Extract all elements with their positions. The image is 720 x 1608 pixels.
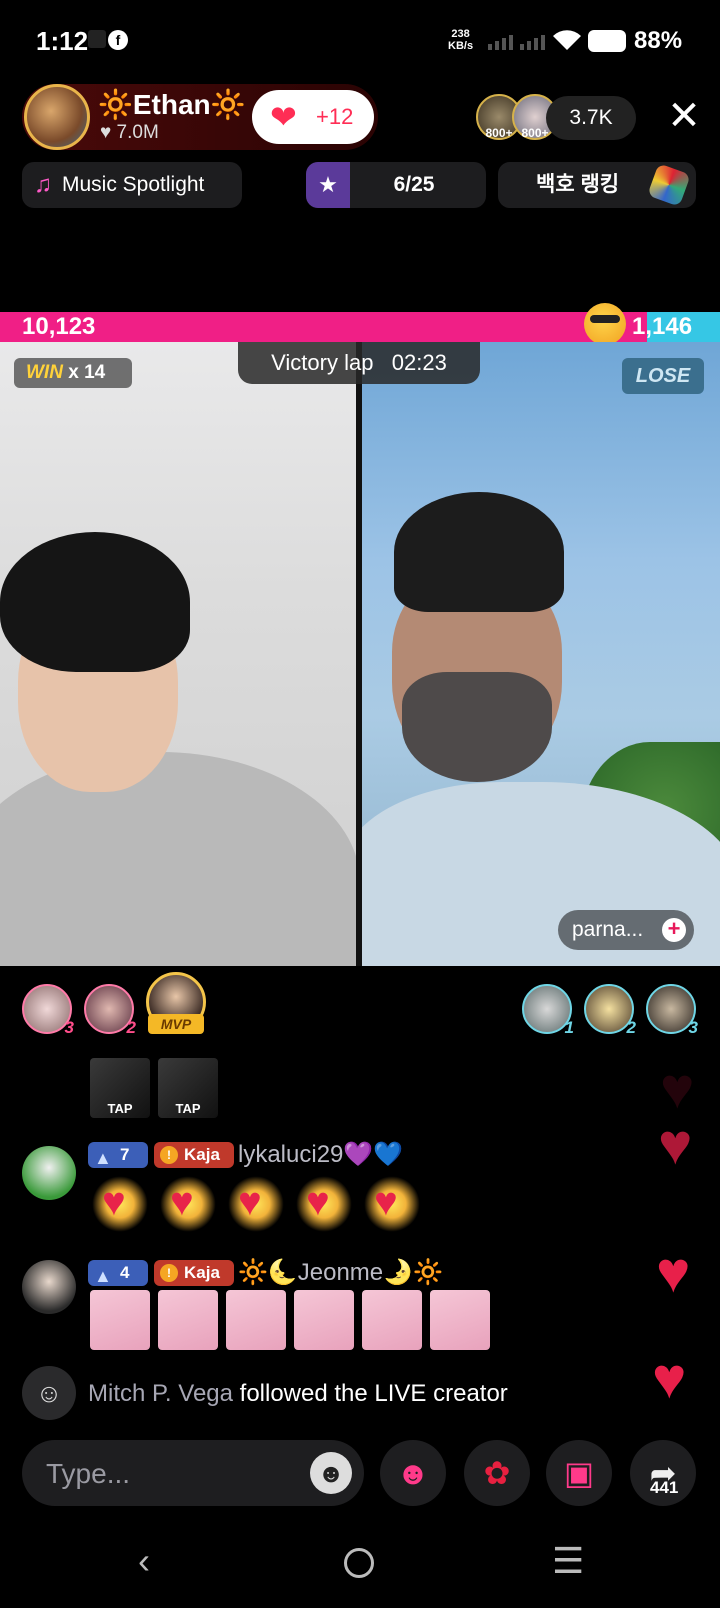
notification-icon xyxy=(88,30,106,48)
wifi-icon xyxy=(553,30,581,50)
follower-name[interactable]: Mitch P. Vega xyxy=(88,1380,233,1407)
trophy-icon: ★ xyxy=(306,162,350,208)
music-spotlight-chip[interactable]: ♫ Music Spotlight xyxy=(22,162,242,208)
host-video[interactable] xyxy=(0,342,356,966)
like-count: +12 xyxy=(316,104,354,129)
host-name: 🔆Ethan🔆 xyxy=(98,89,246,120)
like-button[interactable]: ❤ +12 xyxy=(252,90,374,144)
music-note-icon: ♫ xyxy=(34,171,52,198)
clock: 1:12 xyxy=(36,26,89,56)
host-avatar[interactable] xyxy=(24,84,90,150)
heart-gift-icon xyxy=(92,1176,148,1232)
viewer-count[interactable]: 3.7K xyxy=(546,96,636,140)
ranking-chip[interactable]: 백호 랭킹 xyxy=(498,162,696,208)
floating-heart-icon: ♥ xyxy=(660,1056,695,1121)
opponent-beard xyxy=(402,672,552,782)
left-gifter-2[interactable]: 2 xyxy=(84,984,136,1037)
close-icon[interactable]: ✕ xyxy=(664,96,704,136)
score-left: 10,123 xyxy=(22,313,96,340)
follow-plus-icon[interactable]: + xyxy=(662,918,686,942)
level-badge: ▲ 7 xyxy=(88,1142,148,1168)
ranking-label: 백호 랭킹 xyxy=(536,173,620,196)
follow-event-text: Mitch P. Vega followed the LIVE creator xyxy=(88,1380,508,1407)
photo-gift-thumbnail xyxy=(158,1290,218,1350)
rank-chip[interactable]: ★ 6/25 xyxy=(306,162,486,208)
photo-gift-thumbnail xyxy=(362,1290,422,1350)
left-gifter-3[interactable]: 3 xyxy=(22,984,74,1037)
victory-lap-timer: Victory lap 02:23 xyxy=(238,342,480,384)
heart-gift-icon xyxy=(364,1176,420,1232)
heart-gift-icon xyxy=(228,1176,284,1232)
right-gifter-2[interactable]: 2 xyxy=(584,984,636,1037)
fan-icon: ! xyxy=(160,1146,178,1164)
opponent-name: parna... xyxy=(572,918,644,941)
recents-nav-icon[interactable]: ☰ xyxy=(552,1540,584,1582)
battery-percent: 88% xyxy=(634,27,683,54)
fan-badge: ! Kaja xyxy=(154,1260,234,1286)
heart-icon: ❤ xyxy=(270,99,297,135)
photo-gift-thumbnail xyxy=(90,1290,150,1350)
battery-icon xyxy=(588,30,626,52)
gift-button[interactable]: ▣ xyxy=(546,1440,612,1506)
comment-username[interactable]: lykaluci29💜💙 xyxy=(238,1140,403,1169)
emoji-icon[interactable]: ☻ xyxy=(310,1452,352,1494)
heart-gift-icon xyxy=(296,1176,352,1232)
rose-gift-button[interactable]: ✿ xyxy=(464,1440,530,1506)
photo-gift-thumbnail xyxy=(294,1290,354,1350)
comment-avatar[interactable] xyxy=(22,1146,76,1200)
home-nav-icon[interactable] xyxy=(344,1548,374,1578)
floating-heart-icon: ♥ xyxy=(652,1346,687,1411)
gem-icon xyxy=(647,163,691,207)
signal-icon xyxy=(488,34,513,50)
opponent-name-pill[interactable]: parna... + xyxy=(558,910,694,950)
comment-username[interactable]: 🔆🌜Jeonme🌛🔆 xyxy=(238,1258,443,1287)
level-icon: ▲ xyxy=(94,1148,112,1168)
score-right: 1,146 xyxy=(632,313,693,340)
win-streak-badge: WIN x 14 xyxy=(14,358,132,388)
network-speed: 238 KB/s xyxy=(448,28,474,52)
level-icon: ▲ xyxy=(94,1266,112,1286)
multi-guest-button[interactable]: ☻ xyxy=(380,1440,446,1506)
fan-badge: ! Kaja xyxy=(154,1142,234,1168)
host-body xyxy=(0,752,356,966)
tap-gift-thumbnail[interactable]: TAP xyxy=(158,1058,218,1118)
heart-gift-icon xyxy=(160,1176,216,1232)
cool-emoji-icon xyxy=(584,303,626,345)
status-bar: 1:12 f 238 KB/s 88% xyxy=(0,0,720,80)
host-likes: ♥ 7.0M xyxy=(100,122,159,143)
mvp-badge: MVP xyxy=(148,1014,204,1034)
rank-label: 6/25 xyxy=(393,173,435,196)
back-nav-icon[interactable]: ‹ xyxy=(138,1540,150,1582)
photo-gift-thumbnail xyxy=(226,1290,286,1350)
level-badge: ▲ 4 xyxy=(88,1260,148,1286)
comment-avatar[interactable] xyxy=(22,1260,76,1314)
signal-icon-2 xyxy=(520,34,545,50)
music-spotlight-label: Music Spotlight xyxy=(62,173,205,196)
host-hair xyxy=(0,532,190,672)
facebook-icon: f xyxy=(108,30,128,50)
share-count: 441 xyxy=(650,1478,679,1497)
fan-icon: ! xyxy=(160,1264,178,1282)
floating-heart-icon: ♥ xyxy=(658,1112,693,1177)
right-gifter-3[interactable]: 3 xyxy=(646,984,698,1037)
comment-input-placeholder: Type... xyxy=(46,1458,131,1489)
opponent-video[interactable] xyxy=(362,342,720,966)
user-follow-icon: ☺ xyxy=(22,1366,76,1420)
right-gifter-1[interactable]: 1 xyxy=(522,984,574,1037)
floating-heart-icon: ♥ xyxy=(656,1240,691,1305)
photo-gift-thumbnail xyxy=(430,1290,490,1350)
lose-badge: LOSE xyxy=(622,358,704,394)
opponent-cap xyxy=(394,492,564,612)
tap-gift-thumbnail[interactable]: TAP xyxy=(90,1058,150,1118)
